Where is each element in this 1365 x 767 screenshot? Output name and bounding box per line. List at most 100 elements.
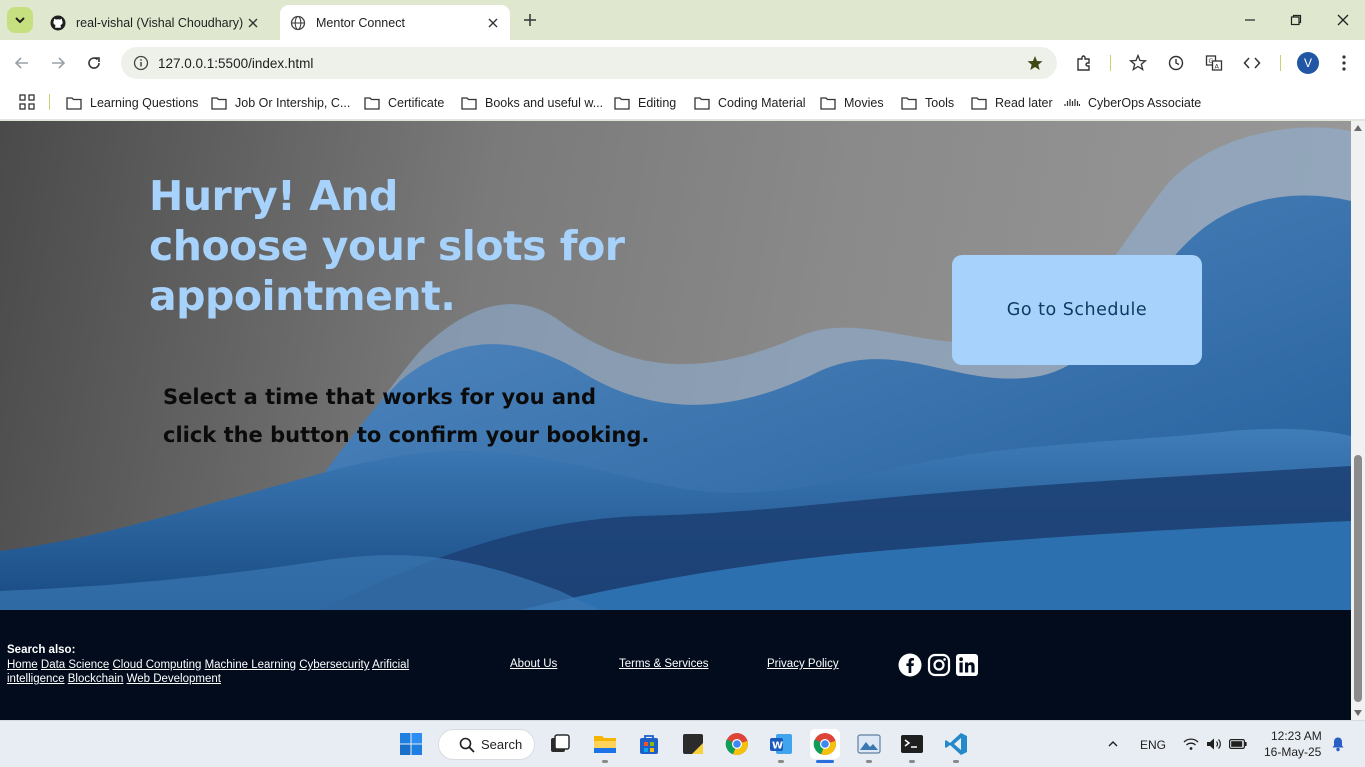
bookmark-folder[interactable]: Books and useful w... [461,92,603,114]
bookmark-star-icon[interactable] [1025,53,1045,73]
address-bar[interactable]: 127.0.0.1:5500/index.html [121,47,1057,79]
page-scrollbar[interactable] [1351,121,1365,720]
battery-icon[interactable] [1225,729,1251,759]
chrome-active-icon[interactable] [810,729,840,759]
linkedin-icon[interactable] [955,653,979,677]
profile-avatar[interactable]: V [1297,52,1319,74]
bookmark-label: Certificate [388,96,445,110]
new-tab-button[interactable] [518,8,542,32]
bookmark-folder[interactable]: Read later [971,92,1053,114]
close-icon[interactable] [484,14,502,32]
site-info-icon[interactable] [131,53,151,73]
app-active-indicator [816,760,834,763]
globe-icon [290,15,306,31]
bookmark-label: Books and useful w... [485,96,604,110]
minimize-icon [1245,19,1255,21]
photos-icon[interactable] [854,729,884,759]
privacy-policy-link[interactable]: Privacy Policy [767,658,839,670]
bookmark-folder[interactable]: Certificate [364,92,444,114]
taskbar-search-label: Search [481,737,523,752]
tab-github[interactable]: real-vishal (Vishal Choudhary) [40,5,270,40]
folder-icon [694,97,710,110]
restore-button[interactable] [1278,6,1314,34]
bookmark-cyberops[interactable]: CyberOps Associate [1064,92,1201,114]
footer-link-cloud-computing[interactable]: Cloud Computing [113,659,202,671]
bookmark-folder[interactable]: Learning Questions [66,92,198,114]
vscode-icon[interactable] [941,729,971,759]
reload-icon [88,57,100,69]
language-indicator[interactable]: ENG [1140,738,1166,752]
bookmark-folder[interactable]: Tools [901,92,954,114]
footer-link-data-science[interactable]: Data Science [41,659,109,671]
code-icon[interactable] [1241,52,1263,74]
clock-time[interactable]: 12:23 AM [1271,729,1322,743]
close-icon[interactable] [244,14,262,32]
toolbar-divider [1280,55,1281,71]
reload-button[interactable] [81,50,107,76]
about-us-link[interactable]: About Us [510,658,557,670]
facebook-icon[interactable] [898,653,922,677]
notification-bell-icon[interactable] [1326,729,1350,759]
bookmark-folder[interactable]: Job Or Intership, C... [211,92,350,114]
history-icon[interactable] [1165,52,1187,74]
footer-link-home[interactable]: Home [7,659,38,671]
go-to-schedule-button[interactable]: Go to Schedule [952,255,1202,365]
instagram-icon[interactable] [927,653,951,677]
word-icon[interactable]: W [766,729,796,759]
subtext-line: Select a time that works for you and [163,385,596,409]
forward-button[interactable] [45,50,71,76]
clock-date[interactable]: 16-May-25 [1264,745,1321,759]
apps-grid-icon[interactable] [18,93,36,111]
tray-chevron-up-icon[interactable] [1100,729,1126,759]
translate-icon[interactable]: GA [1203,52,1225,74]
bookmark-label: Read later [995,96,1053,110]
url-text[interactable]: 127.0.0.1:5500/index.html [158,56,313,71]
plus-icon [524,14,536,26]
footer-link-machine-learning[interactable]: Machine Learning [205,659,296,671]
microsoft-store-icon[interactable] [634,729,664,759]
app-running-indicator [909,760,915,763]
bookmark-folder[interactable]: Movies [820,92,884,114]
windows-start-icon[interactable] [396,729,426,759]
arrow-left-icon [14,57,28,69]
extensions-icon[interactable] [1073,52,1095,74]
tab-strip: real-vishal (Vishal Choudhary) Mentor Co… [0,0,1365,40]
terms-link[interactable]: Terms & Services [619,658,708,670]
bookmarks-bar: Learning Questions Job Or Intership, C..… [0,86,1365,120]
minimize-button[interactable] [1232,6,1268,34]
footer-link-cybersecurity[interactable]: Cybersecurity [299,659,369,671]
bookmark-label: Tools [925,96,955,110]
footer-link-web-development[interactable]: Web Development [127,673,221,685]
app-running-indicator [602,760,608,763]
scroll-down-arrow-icon[interactable] [1354,710,1362,716]
tab-title: Mentor Connect [316,15,405,30]
heading-line: appointment. [149,272,456,320]
close-window-button[interactable] [1325,6,1361,34]
hero-subtext: Select a time that works for you and cli… [163,378,683,454]
bookmark-label: Editing [638,96,677,110]
menu-dots-icon[interactable] [1333,52,1355,74]
folder-icon [901,97,917,110]
svg-text:W: W [772,741,783,752]
tab-search-button[interactable] [7,7,33,33]
taskbar-search[interactable]: Search [438,729,535,760]
hero-section: Hurry! And choose your slots for appoint… [0,121,1351,610]
close-icon [1337,14,1349,26]
heading-line: choose your slots for [149,222,625,270]
back-button[interactable] [9,50,35,76]
chrome-icon[interactable] [722,729,752,759]
scrollbar-thumb[interactable] [1354,455,1362,702]
bookmarks-icon[interactable] [1127,52,1149,74]
file-explorer-icon[interactable] [590,729,620,759]
cisco-icon [1064,99,1080,106]
terminal-icon[interactable] [897,729,927,759]
volume-icon[interactable] [1201,729,1227,759]
task-view-icon[interactable] [545,729,575,759]
bookmark-folder[interactable]: Editing [614,92,676,114]
tab-mentor-connect[interactable]: Mentor Connect [280,5,510,40]
scroll-up-arrow-icon[interactable] [1354,125,1362,131]
bookmark-folder[interactable]: Coding Material [694,92,806,114]
app-running-indicator [866,760,872,763]
sticky-notes-icon[interactable] [678,729,708,759]
footer-link-blockchain[interactable]: Blockchain [68,673,124,685]
